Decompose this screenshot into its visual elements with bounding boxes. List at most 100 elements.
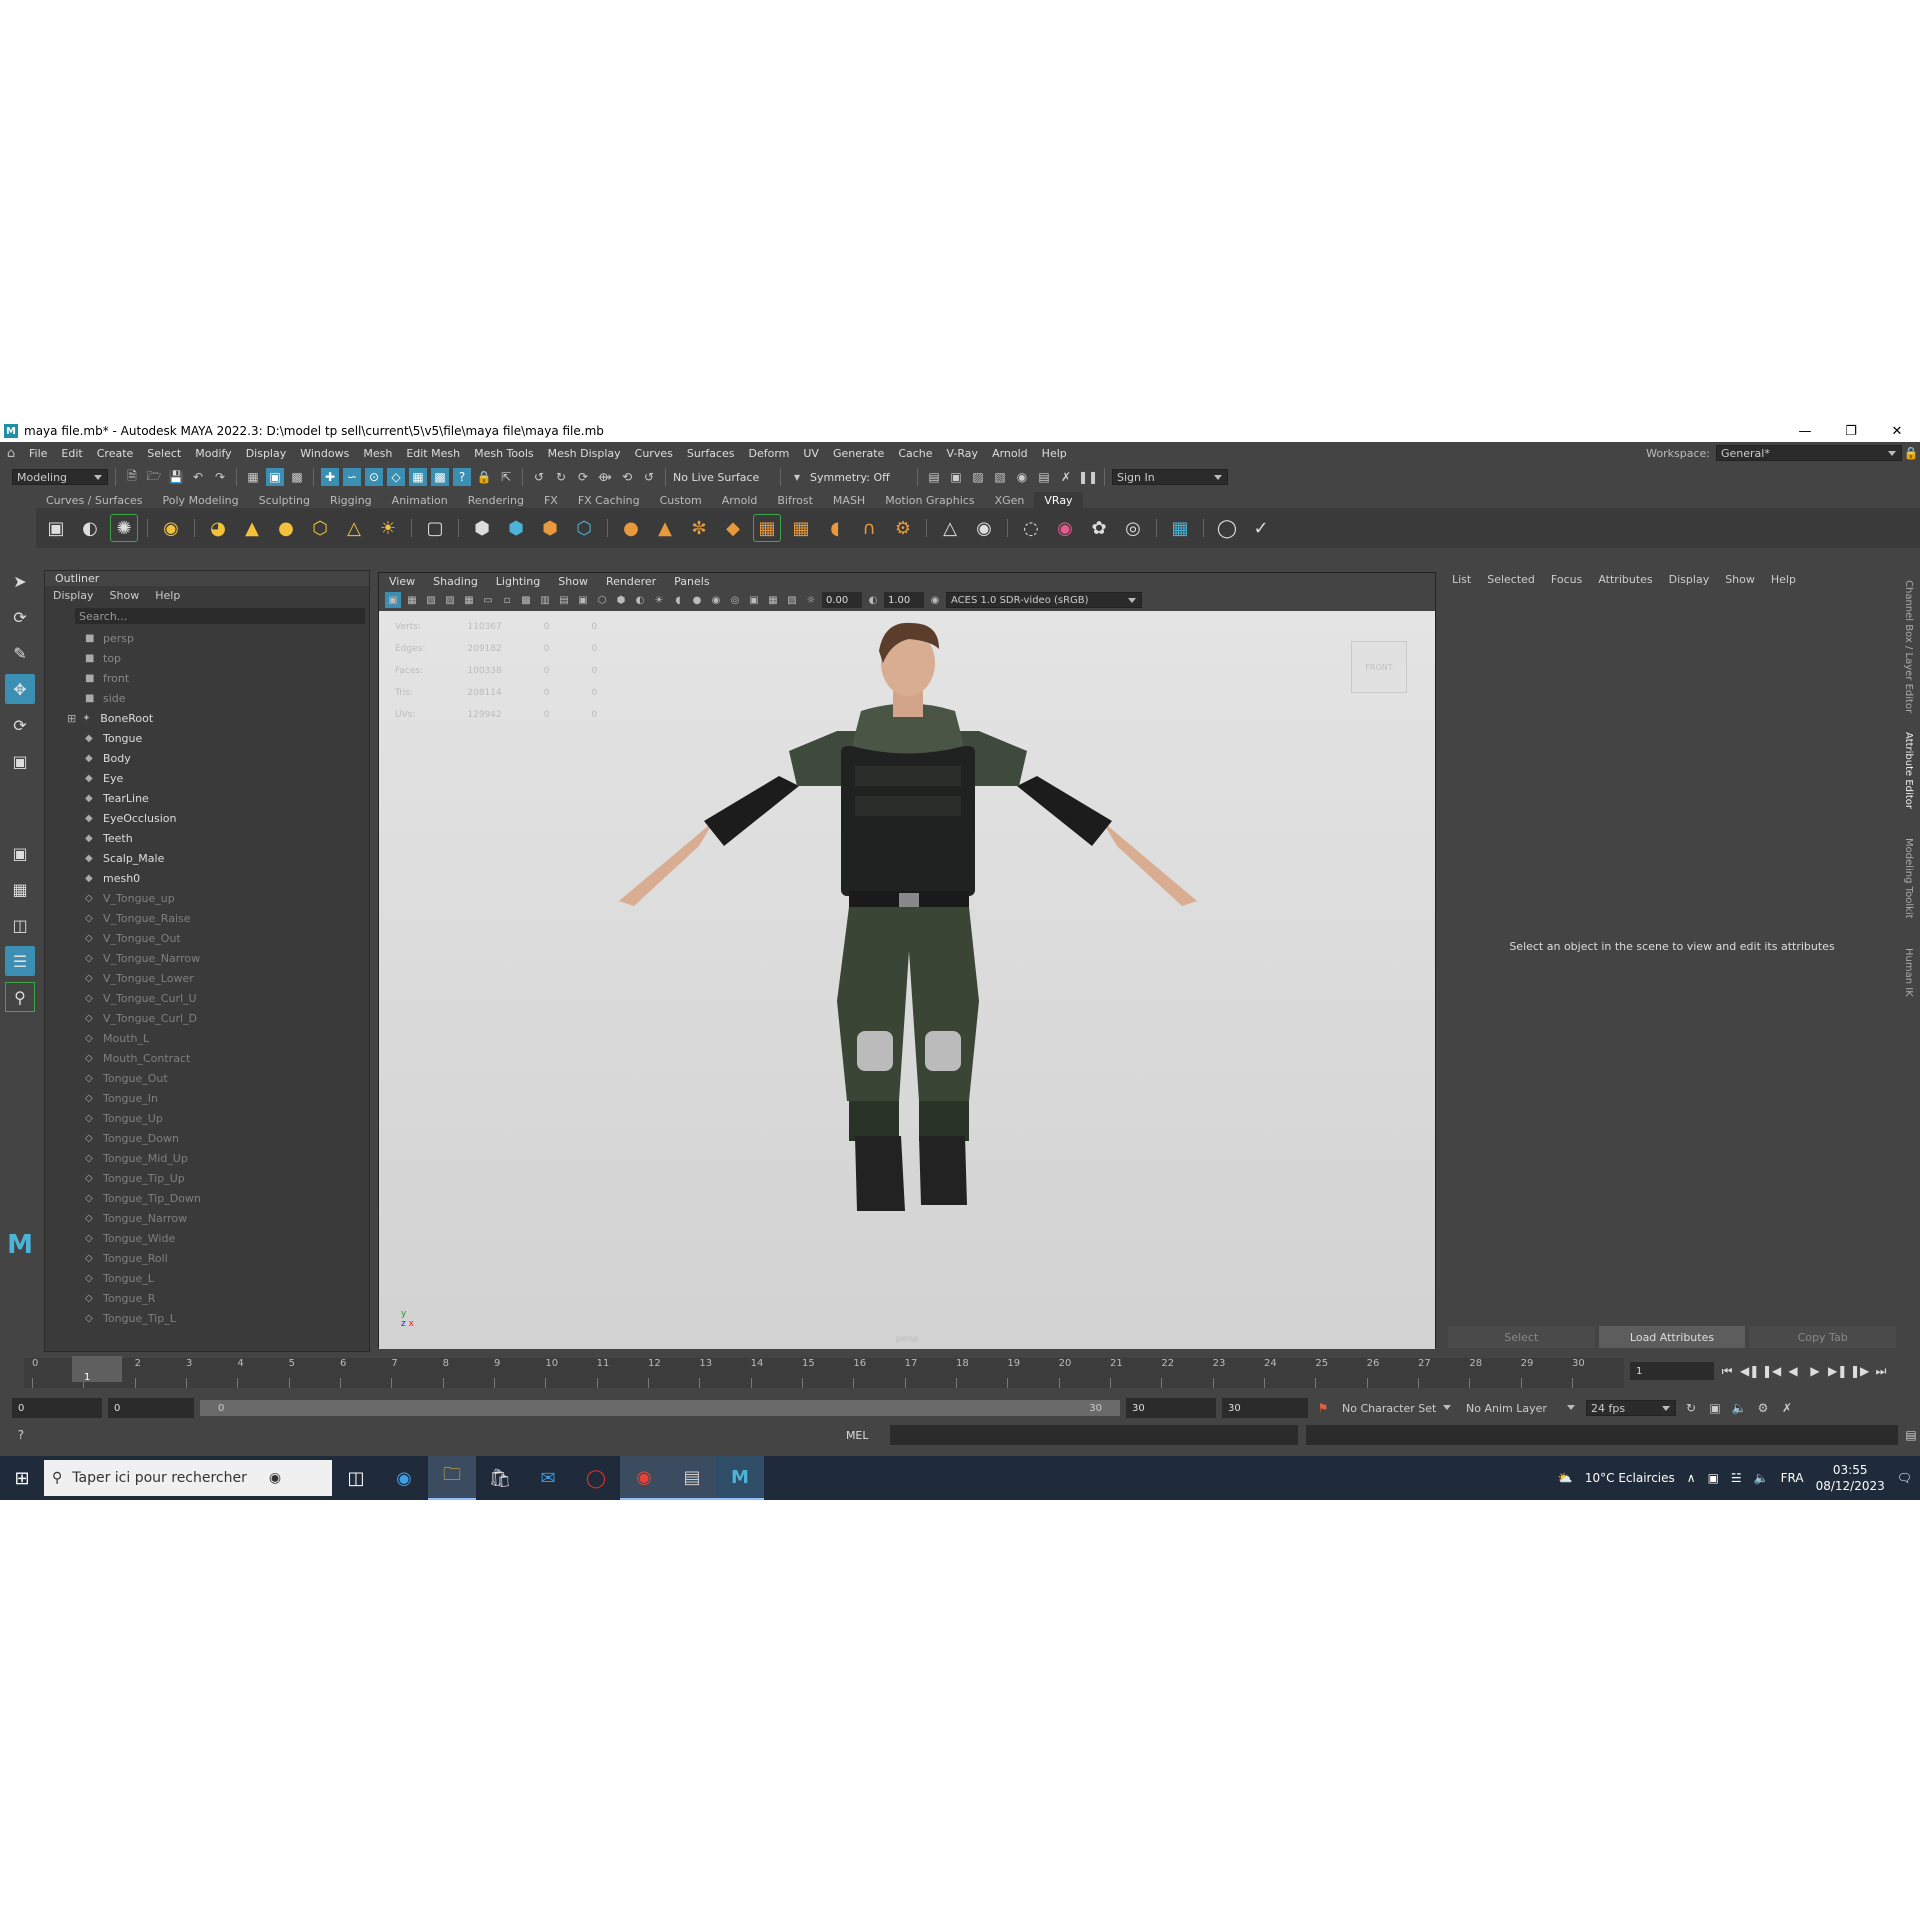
menu-file[interactable]: File (22, 447, 54, 460)
shelf-tab[interactable]: Rigging (320, 492, 382, 508)
shelf-tab[interactable]: Curves / Surfaces (36, 492, 153, 508)
close-icon[interactable]: ✕ (1874, 420, 1920, 442)
shelf-tab[interactable]: Arnold (712, 492, 768, 508)
attr-menu-show[interactable]: Show (1725, 573, 1755, 586)
vray-sphere-icon[interactable]: ● (617, 514, 645, 542)
vray-logo-icon[interactable]: ✓ (1247, 514, 1275, 542)
outliner-item[interactable]: ◇ V_Tongue_Out (45, 928, 369, 948)
select-object-icon[interactable]: ▣ (266, 468, 284, 486)
outliner-item[interactable]: ◆ TearLine (45, 788, 369, 808)
step-back-key-icon[interactable]: ◀❚ (1740, 1364, 1759, 1378)
home-icon[interactable]: ⌂ (0, 446, 22, 461)
shelf-tab[interactable]: XGen (985, 492, 1035, 508)
outliner-item[interactable]: ◇ Mouth_Contract (45, 1048, 369, 1068)
outliner-item[interactable]: ◇ V_Tongue_Lower (45, 968, 369, 988)
shelf-tab[interactable]: Custom (650, 492, 712, 508)
shelf-tab[interactable]: Bifrost (767, 492, 823, 508)
menu-uv[interactable]: UV (796, 447, 826, 460)
attr-menu-display[interactable]: Display (1669, 573, 1710, 586)
script-editor-icon[interactable]: ▤ (1902, 1426, 1920, 1444)
menu-windows[interactable]: Windows (293, 447, 356, 460)
notifications-icon[interactable]: 🗨 (1897, 1471, 1912, 1485)
command-language-toggle[interactable]: MEL (846, 1429, 890, 1442)
attr-menu-list[interactable]: List (1452, 573, 1471, 586)
snap-grid-icon[interactable]: ✚ (321, 468, 339, 486)
auto-key-icon[interactable]: ⚑ (1314, 1399, 1332, 1417)
symmetry-dropdown-icon[interactable]: ▾ (788, 468, 806, 486)
anim-layer-dropdown[interactable]: No Anim Layer (1462, 1400, 1580, 1416)
time-slider-ticks[interactable]: 0123456789101112131415161718192021222324… (24, 1358, 1624, 1388)
workspace-dropdown[interactable]: General* (1716, 445, 1902, 461)
vray-clipper-icon[interactable]: ◆ (719, 514, 747, 542)
copy-tab-button[interactable]: Copy Tab (1749, 1326, 1897, 1348)
outliner-item[interactable]: ◆ Tongue (45, 728, 369, 748)
weather-text[interactable]: 10°C Eclaircies (1585, 1471, 1675, 1485)
open-scene-icon[interactable]: 🗁 (145, 468, 163, 486)
vray-layers-icon[interactable]: ▦ (1166, 514, 1194, 542)
attr-menu-selected[interactable]: Selected (1487, 573, 1535, 586)
gate-mask-icon[interactable]: ▩ (518, 592, 534, 608)
vray-ipr-icon[interactable]: ◐ (76, 514, 104, 542)
shelf-tab[interactable]: Rendering (458, 492, 534, 508)
language-indicator[interactable]: FRA (1781, 1471, 1804, 1485)
viewport-canvas[interactable]: Verts: 110367 0 0 Edges: 209182 0 0 Faces: 1003… (379, 611, 1435, 1349)
menu-mesh[interactable]: Mesh (356, 447, 399, 460)
ipr-render-icon[interactable]: ▧ (991, 468, 1009, 486)
outliner-item[interactable]: ◆ Eye (45, 768, 369, 788)
render-settings-icon[interactable]: ▤ (925, 468, 943, 486)
outliner-item[interactable]: ◇ Tongue_Mid_Up (45, 1148, 369, 1168)
grid-icon[interactable]: ▦ (461, 592, 477, 608)
sun-light-icon[interactable]: ☀ (374, 514, 402, 542)
select-hierarchy-icon[interactable]: ▦ (244, 468, 262, 486)
menu-cache[interactable]: Cache (891, 447, 939, 460)
viewport-menu-renderer[interactable]: Renderer (606, 575, 656, 588)
vray-mesh-icon[interactable]: ▦ (753, 514, 781, 542)
use-all-lights-icon[interactable]: ☀ (651, 592, 667, 608)
edge-icon[interactable]: ◉ (380, 1456, 428, 1500)
help-icon[interactable]: ? (12, 1426, 30, 1444)
command-input[interactable] (889, 1425, 1299, 1445)
sign-in-dropdown[interactable]: Sign In (1112, 469, 1228, 485)
outliner-item[interactable]: ◇ Tongue_Out (45, 1068, 369, 1088)
outliner-item[interactable]: ◇ V_Tongue_up (45, 888, 369, 908)
task-view-icon[interactable]: ◫ (332, 1456, 380, 1500)
attr-menu-focus[interactable]: Focus (1551, 573, 1582, 586)
device-icon[interactable]: ▣ (1708, 1471, 1719, 1485)
range-bar[interactable]: 0 30 (200, 1400, 1120, 1416)
volume-icon[interactable]: 🔈 (1754, 1471, 1769, 1485)
vray-export-icon[interactable]: ◌ (1017, 514, 1045, 542)
play-backwards-icon[interactable]: ◀ (1784, 1364, 1802, 1378)
outliner-item[interactable]: ⊞ ✦ BoneRoot (45, 708, 369, 728)
dome-light-icon[interactable]: ◕ (204, 514, 232, 542)
wireframe-icon[interactable]: ⬡ (594, 592, 610, 608)
menu-edit-mesh[interactable]: Edit Mesh (399, 447, 467, 460)
anti-aliasing-icon[interactable]: ◎ (727, 592, 743, 608)
construct-icon[interactable]: ↻ (552, 468, 570, 486)
menu-display[interactable]: Display (239, 447, 294, 460)
isolate-select-icon[interactable]: ▣ (746, 592, 762, 608)
animation-preferences-icon[interactable]: ⚙ (1754, 1399, 1772, 1417)
two-pane-layout-icon[interactable]: ◫ (5, 910, 35, 940)
snap-curve-icon[interactable]: ∽ (343, 468, 361, 486)
vray-decal-icon[interactable]: ▦ (787, 514, 815, 542)
bookmark-icon[interactable]: ▧ (423, 592, 439, 608)
tab-attribute-editor[interactable]: Attribute Editor (1903, 732, 1914, 809)
outliner-item[interactable]: ◇ Mouth_L (45, 1028, 369, 1048)
outliner-item[interactable]: ◇ Tongue_Tip_Down (45, 1188, 369, 1208)
new-scene-icon[interactable]: 🗎 (123, 468, 141, 486)
redo-icon[interactable]: ↷ (211, 468, 229, 486)
outliner-search-input[interactable]: Search... (75, 608, 365, 624)
vray-palette-icon[interactable]: ◎ (1119, 514, 1147, 542)
menu-edit[interactable]: Edit (54, 447, 89, 460)
mesh-light-icon[interactable]: ⬡ (306, 514, 334, 542)
tray-overflow-icon[interactable]: ∧ (1687, 1471, 1696, 1485)
fur-icon[interactable]: ⬡ (570, 514, 598, 542)
vray-settings-icon[interactable]: ⚙ (889, 514, 917, 542)
shelf-tab[interactable]: Motion Graphics (875, 492, 984, 508)
outliner-item[interactable]: ◇ V_Tongue_Curl_D (45, 1008, 369, 1028)
render-view-icon[interactable]: ▣ (947, 468, 965, 486)
film-gate-icon[interactable]: ▭ (480, 592, 496, 608)
vray-toon-icon[interactable]: ∩ (855, 514, 883, 542)
select-tool-icon[interactable]: ➤ (5, 566, 35, 596)
volume-icon[interactable]: ⬢ (536, 514, 564, 542)
